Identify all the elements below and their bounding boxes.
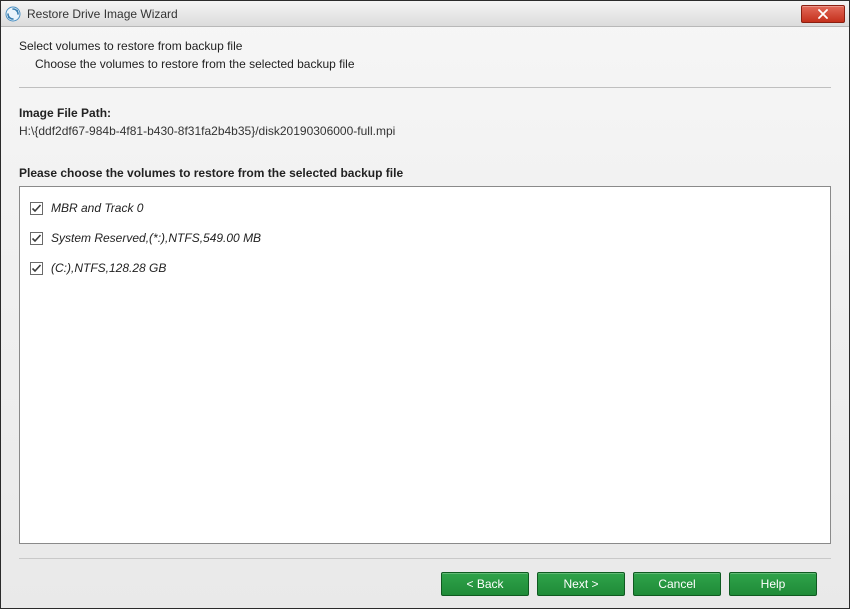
volume-checkbox[interactable] [30, 202, 43, 215]
cancel-button[interactable]: Cancel [633, 572, 721, 596]
check-icon [31, 203, 42, 214]
footer-buttons: < Back Next > Cancel Help [19, 558, 831, 608]
titlebar: Restore Drive Image Wizard [1, 1, 849, 27]
volume-checkbox[interactable] [30, 262, 43, 275]
volume-item: (C:),NTFS,128.28 GB [30, 257, 820, 281]
heading-subtitle: Choose the volumes to restore from the s… [19, 57, 831, 71]
check-icon [31, 263, 42, 274]
volumes-list: MBR and Track 0 System Reserved,(*:),NTF… [19, 186, 831, 544]
volume-item: MBR and Track 0 [30, 197, 820, 221]
image-file-path-label: Image File Path: [19, 106, 831, 120]
content-area: Select volumes to restore from backup fi… [1, 27, 849, 608]
heading-title: Select volumes to restore from backup fi… [19, 39, 831, 53]
window-title: Restore Drive Image Wizard [27, 7, 801, 21]
volume-item: System Reserved,(*:),NTFS,549.00 MB [30, 227, 820, 251]
divider [19, 87, 831, 88]
wizard-window: Restore Drive Image Wizard Select volume… [0, 0, 850, 609]
back-button[interactable]: < Back [441, 572, 529, 596]
volume-label: System Reserved,(*:),NTFS,549.00 MB [51, 231, 261, 245]
app-icon [5, 6, 21, 22]
help-button[interactable]: Help [729, 572, 817, 596]
wizard-heading: Select volumes to restore from backup fi… [19, 39, 831, 71]
check-icon [31, 233, 42, 244]
volume-label: MBR and Track 0 [51, 201, 143, 215]
close-button[interactable] [801, 5, 845, 23]
volume-label: (C:),NTFS,128.28 GB [51, 261, 166, 275]
next-button[interactable]: Next > [537, 572, 625, 596]
image-file-path-value: H:\{ddf2df67-984b-4f81-b430-8f31fa2b4b35… [19, 124, 831, 138]
close-icon [817, 9, 829, 19]
volume-checkbox[interactable] [30, 232, 43, 245]
choose-volumes-label: Please choose the volumes to restore fro… [19, 166, 831, 180]
